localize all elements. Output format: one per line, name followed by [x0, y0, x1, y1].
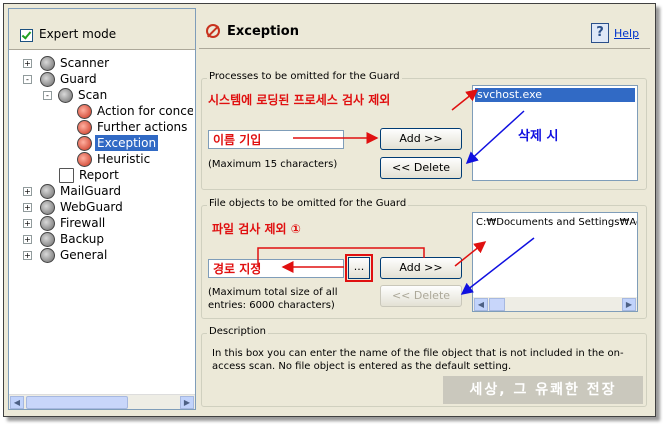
tree-item-label: Scanner [60, 56, 110, 70]
tree-item-label: Further actions [97, 120, 188, 134]
tree-item-label: Exception [93, 134, 160, 152]
content-panel: Exception ? Help Processes to be omitted… [199, 8, 650, 410]
tree-item-label: Report [79, 168, 119, 182]
tree-item-scanner[interactable]: + Scanner [23, 55, 193, 71]
watermark: 세상, 그 유쾌한 전장 [443, 376, 643, 404]
scroll-left-icon[interactable]: ◀ [10, 396, 24, 409]
navigation-panel: Expert mode + Scanner - Guard - Scan Act… [8, 8, 196, 410]
annotation-delete: 삭제 시 [518, 129, 559, 144]
file-delete-button[interactable]: << Delete [380, 285, 462, 307]
exception-icon [206, 24, 220, 38]
file-objects-group: File objects to be omitted for the Guard… [201, 198, 647, 319]
expert-mode-bar: Expert mode [9, 9, 195, 50]
mailguard-icon [40, 184, 55, 199]
group-title: Description [207, 326, 268, 337]
annotation-enter-name: 이름 기입 [213, 133, 262, 147]
general-icon [40, 248, 55, 263]
tree-item-firewall[interactable]: + Firewall [23, 215, 193, 231]
tree-item-label: Firewall [60, 216, 106, 230]
expand-icon[interactable]: + [23, 59, 32, 68]
file-add-button[interactable]: Add >> [380, 257, 462, 279]
file-max-note-line1: (Maximum total size of all [208, 287, 338, 298]
processes-group: Processes to be omitted for the Guard 시스… [201, 71, 647, 190]
file-object-list[interactable]: C:₩Documents and Settings₩Ac ◀ ▶ [472, 212, 638, 312]
expert-mode-checkbox[interactable] [20, 29, 33, 42]
expand-icon[interactable]: + [23, 187, 32, 196]
tree-item-exception[interactable]: Exception [77, 134, 193, 152]
expand-icon[interactable]: + [23, 219, 32, 228]
exception-icon [77, 136, 92, 151]
tree-item-general[interactable]: + General [23, 247, 193, 263]
tree-item-guard[interactable]: - Guard [23, 71, 193, 87]
annotation-file-exclude: 파일 검사 제외 ① [212, 222, 301, 236]
tree-horizontal-scrollbar[interactable]: ◀ ▶ [9, 394, 195, 409]
collapse-icon[interactable]: - [43, 91, 52, 100]
list-item[interactable]: C:₩Documents and Settings₩Ac [476, 217, 637, 228]
warning-icon [77, 120, 92, 135]
process-max-note: (Maximum 15 characters) [208, 159, 338, 170]
expert-mode-label: Expert mode [39, 27, 117, 41]
report-icon [59, 168, 74, 183]
window: Expert mode + Scanner - Guard - Scan Act… [3, 3, 656, 417]
list-item[interactable]: svchost.exe [475, 88, 635, 102]
guard-icon [40, 72, 55, 87]
file-list-scrollbar[interactable]: ◀ ▶ [473, 297, 637, 311]
scroll-thumb[interactable] [489, 298, 505, 311]
annotation-process-exclude: 시스템에 로딩된 프로세스 검사 제외 [208, 93, 391, 107]
tree-item-label: Scan [78, 88, 108, 102]
tree-item-mailguard[interactable]: + MailGuard [23, 183, 193, 199]
heuristic-icon [77, 152, 92, 167]
tree-item-backup[interactable]: + Backup [23, 231, 193, 247]
tree-item-label: MailGuard [60, 184, 121, 198]
tree-item-webguard[interactable]: + WebGuard [23, 199, 193, 215]
expand-icon[interactable]: + [23, 235, 32, 244]
collapse-icon[interactable]: - [23, 75, 32, 84]
tree-item-label: General [60, 248, 108, 262]
group-title: File objects to be omitted for the Guard [207, 198, 409, 209]
process-add-button[interactable]: Add >> [380, 128, 462, 150]
scroll-left-icon[interactable]: ◀ [474, 298, 488, 311]
tree-item-label: Guard [60, 72, 97, 86]
annotation-path: 경로 지정 [213, 262, 262, 276]
group-title: Processes to be omitted for the Guard [207, 71, 402, 82]
description-text: In this box you can enter the name of th… [212, 348, 624, 372]
help-icon[interactable]: ? [591, 23, 609, 43]
expand-icon[interactable]: + [23, 203, 32, 212]
tree-item-label: Action for concern [97, 104, 193, 118]
tree-item-label: WebGuard [60, 200, 123, 214]
scroll-right-icon[interactable]: ▶ [622, 298, 636, 311]
help-link[interactable]: Help [614, 27, 639, 40]
browse-button[interactable]: ... [348, 257, 370, 279]
file-max-note-line2: entries: 6000 characters) [208, 300, 335, 311]
scroll-thumb[interactable] [26, 396, 128, 409]
settings-tree: + Scanner - Guard - Scan Action for conc… [9, 55, 195, 395]
tree-item-action-for-concern[interactable]: Action for concern [77, 103, 193, 119]
scan-icon [58, 88, 73, 103]
process-delete-button[interactable]: << Delete [380, 157, 462, 179]
tree-item-label: Heuristic [97, 152, 151, 166]
scroll-right-icon[interactable]: ▶ [180, 396, 194, 409]
expand-icon[interactable]: + [23, 251, 32, 260]
action-icon [77, 104, 92, 119]
backup-icon [40, 232, 55, 247]
scanner-icon [40, 56, 55, 71]
tree-item-further-actions[interactable]: Further actions [77, 119, 193, 135]
page-title: Exception [227, 24, 299, 39]
tree-item-heuristic[interactable]: Heuristic [77, 151, 193, 167]
tree-item-report[interactable]: Report [59, 167, 193, 183]
panel-header: Exception ? Help [199, 8, 650, 49]
tree-item-label: Backup [60, 232, 104, 246]
webguard-icon [40, 200, 55, 215]
tree-item-scan[interactable]: - Scan [43, 87, 193, 103]
firewall-icon [40, 216, 55, 231]
